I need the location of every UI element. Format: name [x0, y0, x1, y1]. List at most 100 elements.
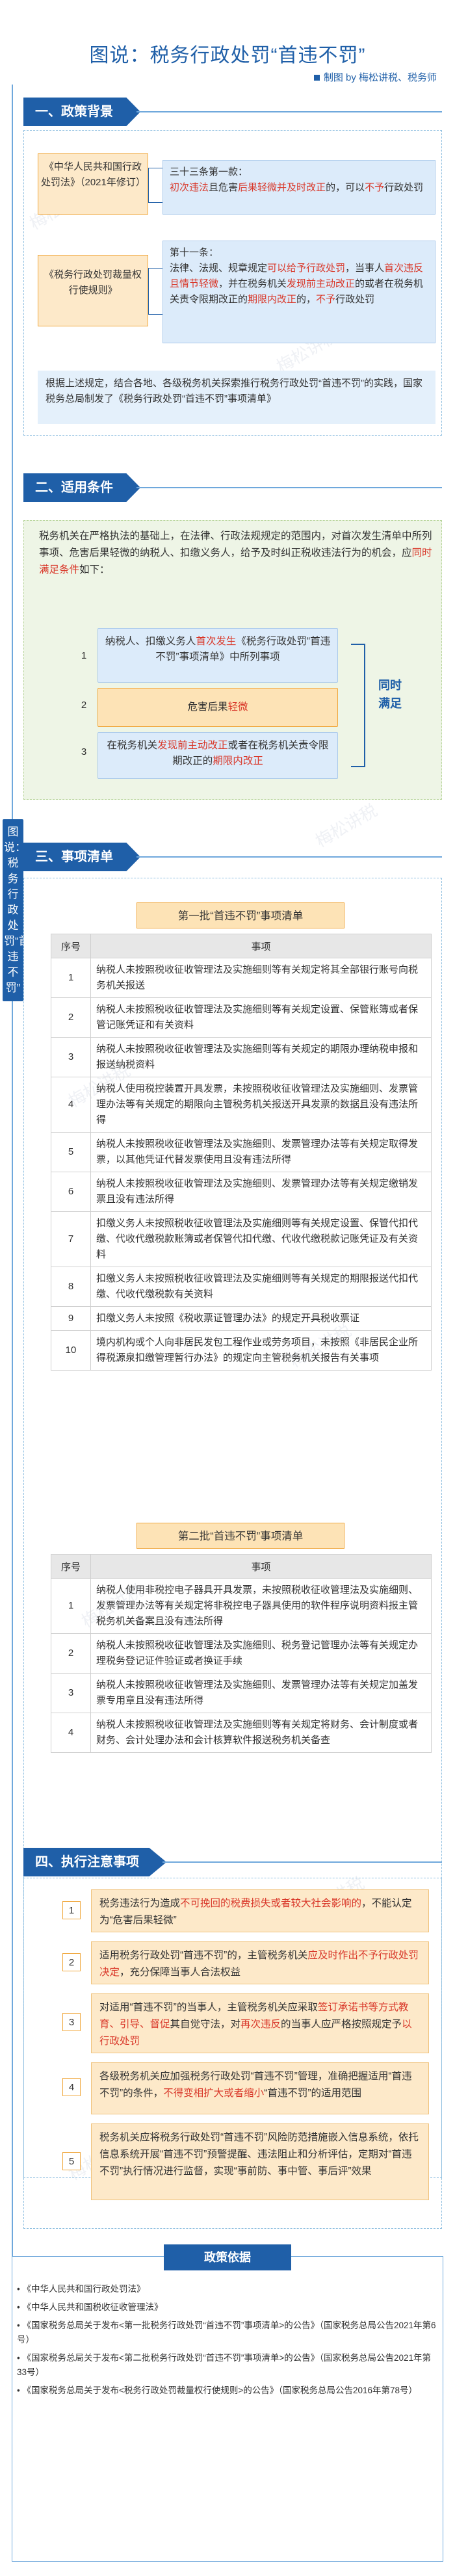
- condition-highlight: 首次发生: [196, 636, 237, 647]
- condition-highlight: 发现前主动改正: [157, 740, 228, 751]
- note-text: 其自觉守法，对: [170, 2019, 241, 2030]
- intro-text: 税务机关在严格执法的基础上，在法律、行政法规规定的范围内，对首次发生清单中所列事…: [39, 531, 432, 559]
- row-text: 境内机构或个人向非居民发包工程作业或劳务项目，未按照《非居民企业所得税源泉扣缴管…: [90, 1330, 432, 1371]
- clause-highlight: 后果轻微: [238, 182, 278, 193]
- row-text: 纳税人未按照税收征收管理法及实施细则等有关规定的期限办理纳税申报和报送纳税资料: [90, 1037, 432, 1077]
- note-number: 2: [62, 1953, 81, 1971]
- clause-highlight: 不予: [365, 182, 385, 193]
- conditions-label: 同时满足: [378, 679, 402, 710]
- background-note: 根据上述规定，结合各地、各级税务机关探索推行税务行政处罚“首违不罚”的实践，国家…: [38, 371, 436, 424]
- list1-title: 第一批“首违不罚”事项清单: [136, 902, 344, 928]
- intro-text: 如下：: [79, 564, 110, 575]
- policy-basis-list: • 《中华人民共和国行政处罚法》 • 《中华人民共和国税收征收管理法》 • 《国…: [17, 2282, 437, 2402]
- note-4: 各级税务机关应加强税务行政处罚“首违不罚”管理，准确把握适用“首违不罚”的条件，…: [91, 2062, 429, 2114]
- section-divider: [136, 487, 442, 488]
- clause-highlight: 发现前主动改正: [287, 278, 356, 289]
- column-header-number: 序号: [51, 934, 91, 958]
- list1-table: 序号 事项 1 纳税人未按照税收征收管理法及实施细则等有关规定将其全部银行账号向税…: [51, 934, 432, 1371]
- condition-number: 3: [81, 746, 87, 757]
- row-number: 1: [51, 958, 91, 998]
- table-row: 4 纳税人使用税控装置开具发票，未按照税收征收管理法及实施细则、发票管理办法等有关…: [51, 1077, 432, 1133]
- note-highlight: 不得变相扩大或者缩小: [163, 2088, 265, 2099]
- table-row: 8 扣缴义务人未按照税收征收管理法及实施细则等有关规定的期限报送代扣代缴、代收代缴…: [51, 1267, 432, 1307]
- row-number: 7: [51, 1211, 91, 1267]
- list-item: • 《国家税务总局关于发布<税务行政处罚裁量权行使规则>的公告》（国家税务总局公…: [17, 2385, 418, 2395]
- row-number: 10: [51, 1330, 91, 1371]
- condition-highlight: 期限内改正: [213, 756, 263, 767]
- table-row: 6 纳税人未按照税收征收管理法及实施细则、发票管理办法等有关规定缴销发票且没有违法…: [51, 1172, 432, 1212]
- section-heading-notes: 四、执行注意事项: [23, 1848, 166, 1876]
- row-number: 2: [51, 1633, 91, 1674]
- row-text: 扣缴义务人未按照《税收票证管理办法》的规定开具税收票证: [90, 1306, 432, 1331]
- table-row: 2 纳税人未按照税收征收管理法及实施细则、税务登记管理办法等有关规定办理税务登记证…: [51, 1633, 432, 1674]
- row-text: 扣缴义务人未按照税收征收管理法及实施细则等有关规定的期限报送代扣代缴、代收代缴税…: [90, 1267, 432, 1307]
- clause-text: 行政处罚: [335, 294, 375, 305]
- basis-item-text: 《国家税务总局关于发布<第一批税务行政处罚“首违不罚”事项清单>的公告》（国家税…: [17, 2320, 436, 2345]
- clause-highlight: 不予: [316, 294, 336, 305]
- row-text: 纳税人未按照税收征收管理法及实施细则、发票管理办法等有关规定加盖发票专用章且没有…: [90, 1673, 432, 1713]
- row-number: 5: [51, 1132, 91, 1172]
- timeline-spine: [12, 85, 25, 2256]
- table-row: 3 纳税人未按照税收征收管理法及实施细则、发票管理办法等有关规定加盖发票专用章且没…: [51, 1673, 432, 1713]
- row-number: 9: [51, 1306, 91, 1331]
- row-text: 纳税人未按照税收征收管理法及实施细则、发票管理办法等有关规定取得发票，以其他凭证…: [90, 1132, 432, 1172]
- condition-text: 纳税人、扣缴义务人: [105, 636, 196, 647]
- clause-title: 三十三条第一款：: [170, 166, 248, 177]
- condition-box-2: 危害后果轻微: [98, 688, 338, 727]
- bracket-connector: [148, 268, 162, 315]
- section-divider: [162, 1861, 442, 1863]
- row-text: 纳税人未按照税收征收管理法及实施细则等有关规定将财务、会计制度或者财务、会计处理…: [90, 1713, 432, 1753]
- note-number: 3: [62, 2013, 81, 2031]
- section-heading-list: 三、事项清单: [23, 843, 140, 871]
- row-text: 纳税人未按照税收征收管理法及实施细则等有关规定将其全部银行账号向税务机关报送: [90, 958, 432, 998]
- column-header-item: 事项: [90, 1554, 432, 1579]
- condition-text: 危害后果: [187, 702, 228, 713]
- clause-text: 的，: [296, 294, 317, 305]
- row-text: 纳税人未按照税收征收管理法及实施细则等有关规定设置、保管账簿或者保管记账凭证和有…: [90, 997, 432, 1038]
- bracket-connector: [148, 168, 162, 203]
- law-name-2: 《税务行政处罚裁量权行使规则》: [38, 255, 148, 326]
- square-bullet-icon: [313, 75, 320, 81]
- row-number: 6: [51, 1172, 91, 1212]
- table-row: 7 扣缴义务人未按照税收征收管理法及实施细则等有关规定设置、保管代扣代缴、代收代缴…: [51, 1211, 432, 1267]
- table-row: 2 纳税人未按照税收征收管理法及实施细则等有关规定设置、保管账簿或者保管记账凭证和…: [51, 997, 432, 1038]
- note-number: 1: [62, 1901, 81, 1919]
- basis-item-text: 《国家税务总局关于发布<税务行政处罚裁量权行使规则>的公告》（国家税务总局公告2…: [22, 2385, 418, 2395]
- table-row: 5 纳税人未按照税收征收管理法及实施细则、发票管理办法等有关规定取得发票，以其他凭…: [51, 1132, 432, 1172]
- row-number: 3: [51, 1037, 91, 1077]
- byline: 制图 by 梅松讲税、税务师: [313, 70, 437, 84]
- row-number: 2: [51, 997, 91, 1038]
- condition-text: 在税务机关: [107, 740, 157, 751]
- list2-table: 序号 事项 1 纳税人使用非税控电子器具开具发票，未按照税收征收管理法及实施细则、…: [51, 1554, 432, 1753]
- row-text: 纳税人未按照税收征收管理法及实施细则、税务登记管理办法等有关规定办理税务登记证件…: [90, 1633, 432, 1674]
- note-text: “首违不罚”的适用范围: [264, 2088, 362, 2099]
- table-row: 9 扣缴义务人未按照《税收票证管理办法》的规定开具税收票证: [51, 1306, 432, 1331]
- row-text: 纳税人使用非税控电子器具开具发票，未按照税收征收管理法及实施细则、发票管理办法等…: [90, 1578, 432, 1634]
- basis-item-text: 《中华人民共和国税收征收管理法》: [22, 2302, 163, 2312]
- clause-text: 法律、法规、规章规定: [170, 263, 268, 274]
- condition-highlight: 轻微: [228, 702, 248, 713]
- section-heading-conditions: 二、适用条件: [23, 473, 140, 502]
- note-highlight: 再次违反: [240, 2019, 281, 2030]
- clause-text: ，当事人: [345, 263, 385, 274]
- clause-text: ，并在税务机关: [218, 278, 287, 289]
- clause-highlight: 期限内改正: [248, 294, 297, 305]
- column-header-item: 事项: [90, 934, 432, 958]
- condition-number: 1: [81, 650, 87, 661]
- row-text: 纳税人未按照税收征收管理法及实施细则、发票管理办法等有关规定缴销发票且没有违法所…: [90, 1172, 432, 1212]
- law-clause-1: 三十三条第一款： 初次违法且危害后果轻微并及时改正的，可以不予行政处罚: [162, 160, 436, 215]
- list-item: • 《中华人民共和国税收征收管理法》: [17, 2302, 163, 2312]
- note-1: 税务违法行为造成不可挽回的税费损失或者较大社会影响的，不能认定为“危害后果轻微”: [91, 1889, 429, 1932]
- clause-text: 的，可以: [326, 182, 365, 193]
- clause-highlight: 并及时改正: [277, 182, 326, 193]
- condition-box-1: 纳税人、扣缴义务人首次发生《税务行政处罚“首违不罚”事项清单》中所列事项: [98, 628, 338, 683]
- list-item: • 《中华人民共和国行政处罚法》: [17, 2284, 146, 2294]
- policy-basis-heading: 政策依据: [164, 2244, 291, 2270]
- column-header-number: 序号: [51, 1554, 91, 1579]
- section-divider: [136, 111, 442, 112]
- table-row: 3 纳税人未按照税收征收管理法及实施细则等有关规定的期限办理纳税申报和报送纳税资料: [51, 1037, 432, 1077]
- clause-text: 且危害: [209, 182, 239, 193]
- clause-title: 第十一条：: [170, 247, 219, 258]
- law-clause-2: 第十一条： 法律、法规、规章规定可以给予行政处罚，当事人首次违反且情节轻微，并在…: [162, 241, 436, 343]
- watermark: 梅松讲税: [312, 800, 381, 851]
